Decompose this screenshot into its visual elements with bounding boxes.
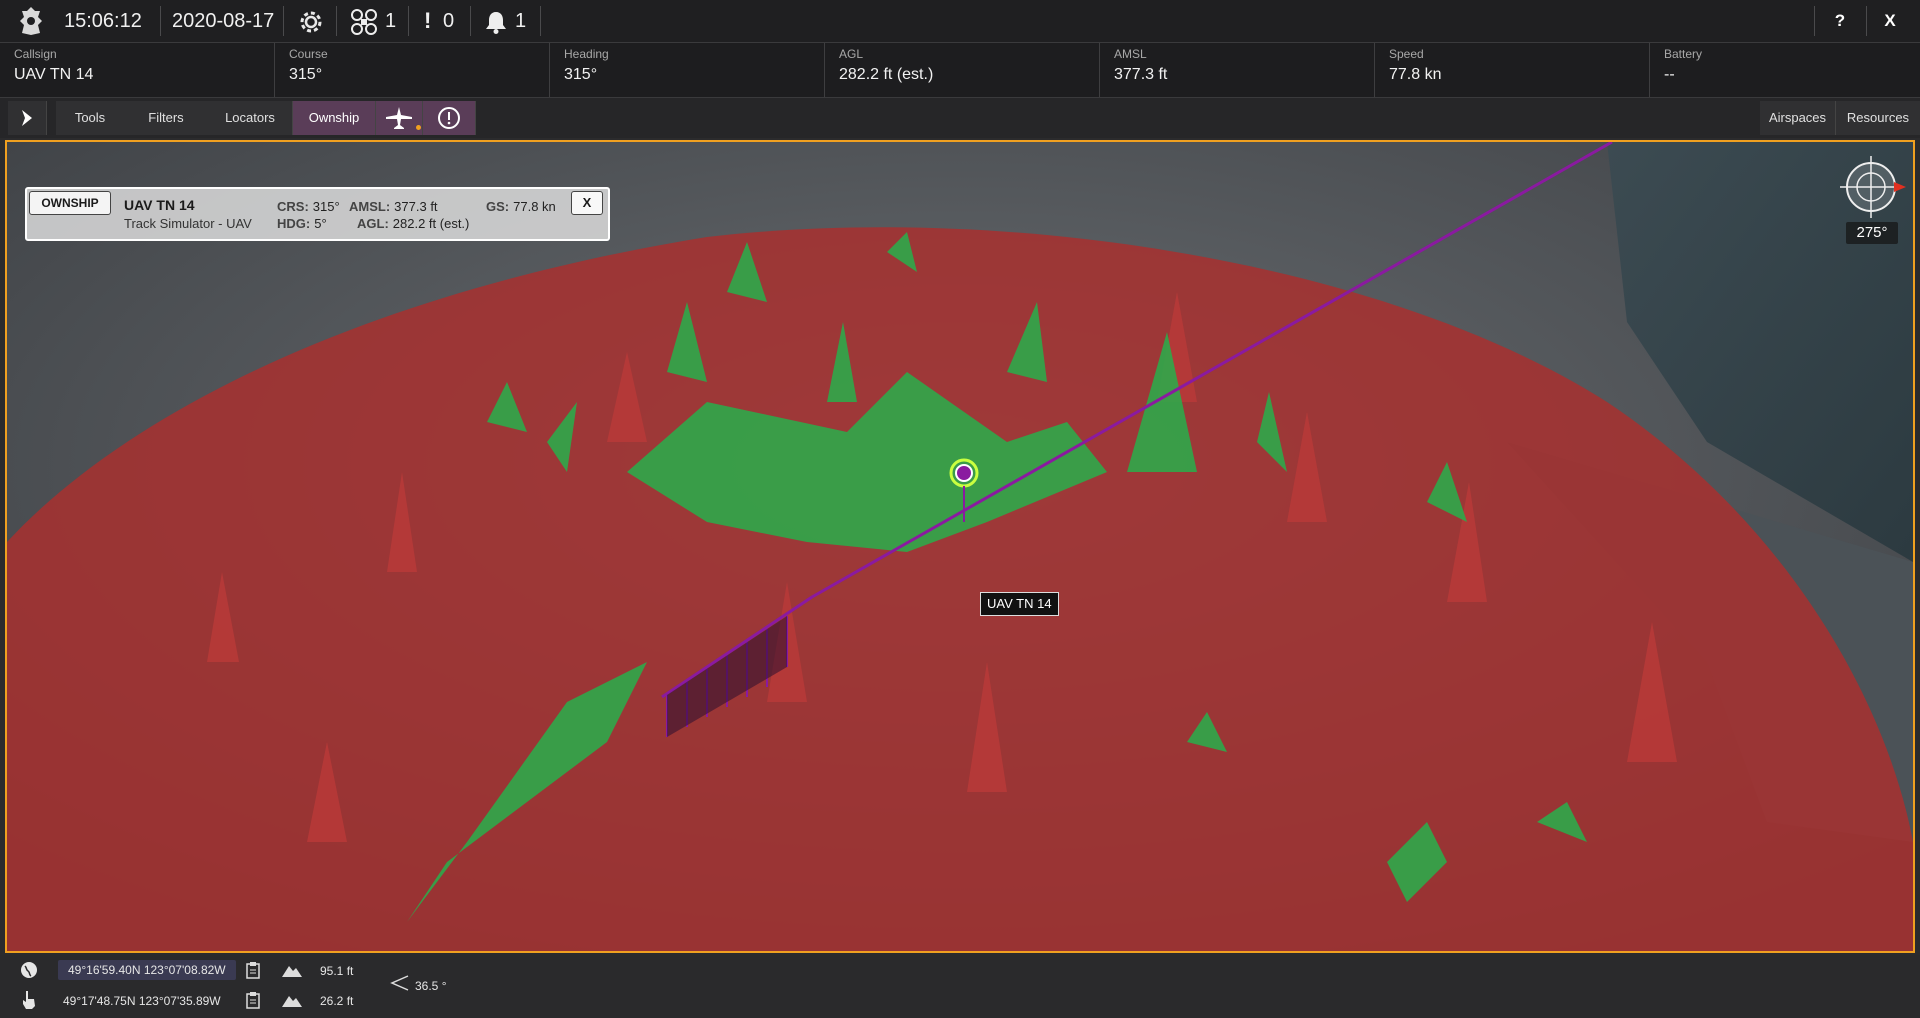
hdg-label: HDG: — [277, 216, 311, 231]
hdg-field: HDG: 5° — [277, 216, 327, 231]
callsign-label: Callsign — [14, 47, 57, 61]
speed-cell: Speed 77.8 kn — [1375, 43, 1650, 97]
date-display: 2020-08-17 — [172, 10, 275, 32]
toolbar: Tools Filters Locators Ownship Airspaces… — [0, 98, 1920, 138]
course-label: Course — [289, 47, 328, 61]
angle-icon — [390, 975, 410, 991]
alert-tab[interactable] — [423, 101, 476, 135]
chevron-right-icon — [22, 110, 32, 126]
drone-icon[interactable] — [350, 8, 378, 36]
top-bar: 15:06:12 2020-08-17 1 ! 0 1 ? X — [0, 0, 1920, 43]
map-3d-view[interactable] — [5, 140, 1915, 953]
agl-label: AGL: — [357, 216, 389, 231]
telemetry-bar: Callsign UAV TN 14 Course 315° Heading 3… — [0, 43, 1920, 98]
status-bar: 49°16'59.40N 123°07'08.82W 95.1 ft 49°17… — [0, 955, 1920, 1018]
clock-time: 15:06:12 — [64, 10, 142, 32]
divider — [540, 6, 541, 36]
alert-circle-icon — [438, 107, 460, 129]
cursor-elevation: 95.1 ft — [320, 964, 354, 978]
gs-value: 77.8 kn — [513, 199, 556, 214]
amsl-value: 377.3 ft — [1114, 66, 1168, 83]
exclamation-icon[interactable]: ! — [424, 0, 431, 42]
ownship-tag[interactable]: OWNSHIP — [29, 191, 111, 215]
close-app-button[interactable]: X — [1866, 0, 1914, 42]
heading-label: Heading — [564, 47, 609, 61]
tab-filters[interactable]: Filters — [124, 101, 209, 135]
agl-label: AGL — [839, 47, 864, 61]
speed-value: 77.8 kn — [1389, 66, 1442, 83]
gs-label: GS: — [486, 199, 510, 214]
gear-icon[interactable] — [297, 8, 325, 36]
crest-icon — [18, 5, 44, 37]
gs-field: GS: 77.8 kn — [486, 199, 556, 214]
amsl-label: AMSL: — [349, 199, 391, 214]
notification-count: 1 — [515, 10, 527, 32]
cursor-coordinates: 49°16'59.40N 123°07'08.82W — [58, 960, 236, 980]
divider — [283, 6, 284, 36]
aircraft-tab[interactable] — [376, 101, 423, 135]
clipboard-icon[interactable] — [245, 991, 261, 1009]
heading-value: 315° — [564, 66, 598, 83]
expand-panel-button[interactable] — [8, 101, 47, 135]
touch-elevation: 26.2 ft — [320, 994, 354, 1008]
hdg-value: 5° — [314, 216, 327, 231]
amsl-label: AMSL — [1114, 47, 1147, 61]
compass-bearing: 275° — [1846, 222, 1898, 244]
battery-label: Battery — [1664, 47, 1703, 61]
heading-cell: Heading 315° — [550, 43, 825, 97]
divider — [160, 6, 161, 36]
divider — [470, 6, 471, 36]
close-panel-button[interactable]: X — [571, 191, 603, 215]
amsl-value: 377.3 ft — [394, 199, 438, 214]
status-dot — [416, 125, 421, 130]
drone-count: 1 — [385, 10, 397, 32]
agl-cell: AGL 282.2 ft (est.) — [825, 43, 1100, 97]
tab-tools[interactable]: Tools — [56, 101, 125, 135]
alert-count: 0 — [443, 10, 455, 32]
divider — [408, 6, 409, 36]
tab-locators[interactable]: Locators — [208, 101, 293, 135]
agl-value: 282.2 ft (est.) — [392, 216, 470, 231]
help-button[interactable]: ? — [1816, 0, 1864, 42]
ownship-name: UAV TN 14 — [124, 197, 195, 213]
agl-field: AGL: 282.2 ft (est.) — [357, 216, 469, 231]
callsign-cell: Callsign UAV TN 14 — [0, 43, 275, 97]
tab-airspaces[interactable]: Airspaces — [1760, 101, 1836, 135]
clipboard-icon[interactable] — [245, 961, 261, 979]
ownship-source: Track Simulator - UAV — [124, 216, 252, 231]
crs-field: CRS: 315° — [277, 199, 340, 214]
battery-value: -- — [1664, 66, 1675, 83]
mountain-icon — [282, 993, 302, 1007]
amsl-cell: AMSL 377.3 ft — [1100, 43, 1375, 97]
crs-value: 315° — [312, 199, 340, 214]
divider — [1814, 6, 1815, 36]
callsign-value: UAV TN 14 — [14, 66, 94, 83]
mountain-icon — [282, 963, 302, 977]
tab-ownship[interactable]: Ownship — [293, 101, 376, 135]
touch-coordinates: 49°17'48.75N 123°07'35.89W — [63, 994, 221, 1008]
speed-label: Speed — [1389, 47, 1424, 61]
terrain-visualization — [7, 142, 1913, 951]
course-cell: Course 315° — [275, 43, 550, 97]
globe-icon — [20, 961, 38, 979]
vehicle-map-label[interactable]: UAV TN 14 — [980, 592, 1059, 616]
agl-value: 282.2 ft (est.) — [839, 66, 934, 83]
camera-pitch: 36.5 ° — [415, 979, 447, 993]
divider — [336, 6, 337, 36]
amsl-field: AMSL: 377.3 ft — [349, 199, 438, 214]
bell-icon[interactable] — [483, 9, 509, 35]
aircraft-icon — [386, 107, 412, 129]
crs-label: CRS: — [277, 199, 309, 214]
pointer-hand-icon — [20, 990, 38, 1010]
battery-cell: Battery -- — [1650, 43, 1920, 97]
tab-resources[interactable]: Resources — [1836, 101, 1920, 135]
ownship-info-panel: OWNSHIP UAV TN 14 Track Simulator - UAV … — [25, 187, 610, 241]
course-value: 315° — [289, 66, 323, 83]
